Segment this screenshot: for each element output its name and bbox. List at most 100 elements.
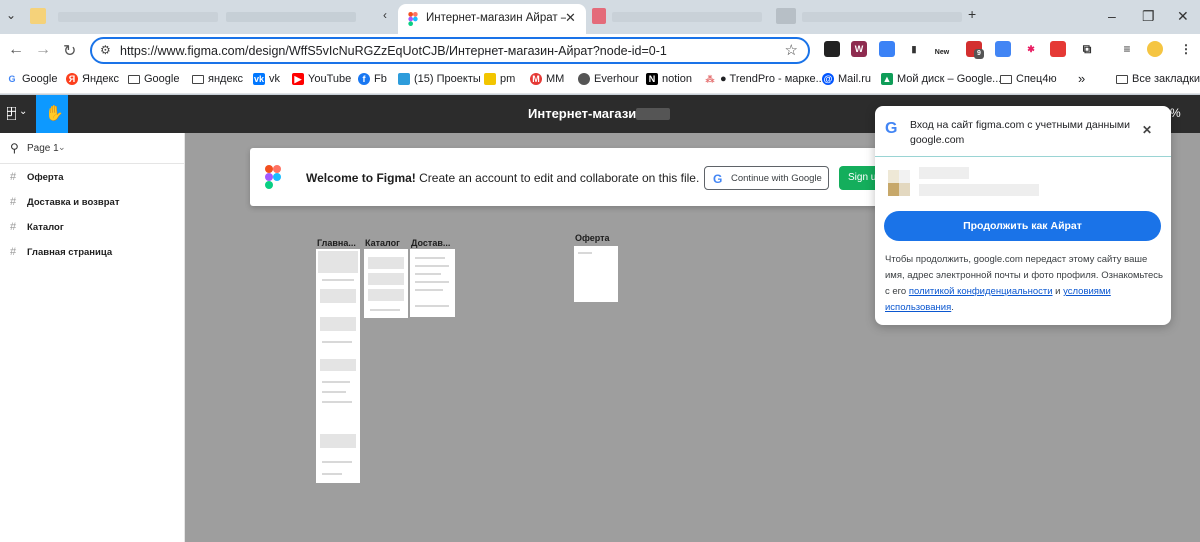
file-title[interactable]: Интернет-магазин <box>528 106 644 121</box>
bookmark-everhour[interactable]: Everhour <box>578 73 639 85</box>
bookmark-vk[interactable]: vk vk <box>253 73 280 85</box>
layer-name: Каталог <box>27 222 64 233</box>
restore-icon[interactable]: ❐ <box>1142 8 1155 25</box>
new-tab-icon[interactable]: + <box>968 6 976 22</box>
bookmark-label: ● TrendPro - марке... <box>720 73 825 85</box>
frame-delivery[interactable] <box>410 249 455 317</box>
frame-icon: # <box>10 221 17 233</box>
bookmark-youtube[interactable]: ▶ YouTube <box>292 73 351 85</box>
extension-w-icon[interactable]: W <box>851 41 867 57</box>
browser-menu-icon[interactable]: ⋮ <box>1178 41 1194 57</box>
continue-as-button[interactable]: Продолжить как Айрат <box>884 211 1161 241</box>
thumbnail-line <box>322 279 354 281</box>
frame-home[interactable] <box>316 249 360 483</box>
close-tab-icon[interactable]: ✕ <box>565 10 576 26</box>
google-icon: G <box>6 73 18 85</box>
frame-catalog[interactable] <box>364 249 408 318</box>
layer-item-home[interactable]: # Главная страница <box>0 243 184 263</box>
close-icon[interactable]: ✕ <box>1142 123 1152 137</box>
blurred-tab[interactable] <box>592 8 606 24</box>
privacy-policy-link[interactable]: политикой конфиденциальности <box>909 286 1053 297</box>
url-text[interactable]: https://www.figma.com/design/WffS5vIcNuR… <box>120 44 667 58</box>
zoom-level[interactable]: % <box>1170 106 1181 120</box>
thumbnail-block <box>318 251 358 273</box>
bookmark-trendpro[interactable]: ⁂ ● TrendPro - марке... <box>704 73 825 85</box>
frame-label-home[interactable]: Главна... <box>317 238 356 248</box>
thumbnail-line <box>322 381 350 383</box>
welcome-description: Create an account to edit and collaborat… <box>415 171 700 185</box>
facebook-icon: f <box>358 73 370 85</box>
reading-list-icon[interactable]: ≡ <box>1119 41 1135 57</box>
active-tab[interactable]: Интернет-магазин Айрат – Fig ✕ <box>398 4 586 34</box>
extension-square-icon[interactable] <box>824 41 840 57</box>
welcome-banner: Welcome to Figma! Create an account to e… <box>250 148 900 206</box>
back-arrow-icon[interactable]: ← <box>8 41 24 59</box>
frame-label-oferta[interactable]: Оферта <box>575 233 610 243</box>
blurred-tab[interactable] <box>30 8 46 24</box>
profile-avatar-icon[interactable] <box>1147 41 1163 57</box>
bookmark-folder-yandex[interactable]: яндекс <box>192 73 243 85</box>
bookmark-notion[interactable]: Nnotion <box>646 73 692 85</box>
bookmark-google[interactable]: G Google <box>6 73 57 85</box>
thumbnail-line <box>322 401 352 403</box>
frame-label-delivery[interactable]: Достав... <box>411 238 450 248</box>
hand-tool-button[interactable]: ✋ <box>36 95 68 133</box>
layer-item-oferta[interactable]: # Оферта <box>0 168 184 188</box>
thumbnail-line <box>370 309 400 311</box>
thumbnail-line <box>322 461 352 463</box>
bookmark-folder-google[interactable]: Google <box>128 73 179 85</box>
bookmark-fb[interactable]: f Fb <box>358 73 387 85</box>
bookmark-mm[interactable]: M ММ <box>530 73 564 85</box>
close-window-icon[interactable]: ✕ <box>1177 8 1189 25</box>
thumbnail-line <box>415 289 443 291</box>
layer-item-delivery[interactable]: # Доставка и возврат <box>0 193 184 213</box>
extension-chart-icon[interactable]: ▮ <box>906 41 922 57</box>
tab-scroll-left-icon[interactable]: ‹ <box>383 8 387 22</box>
blurred-tab[interactable] <box>776 8 796 24</box>
bookmark-mailru[interactable]: @ Mail.ru <box>822 73 871 85</box>
vk-icon: vk <box>253 73 265 85</box>
extension-pinwheel-icon[interactable]: ✱ <box>1023 41 1039 57</box>
blurred-tab[interactable] <box>612 12 762 22</box>
reload-icon[interactable]: ↻ <box>63 41 76 61</box>
extension-new-icon[interactable]: New <box>934 48 950 58</box>
site-info-icon[interactable]: ⚙ <box>100 43 111 57</box>
bookmark-pm[interactable]: pm <box>484 73 515 85</box>
thumbnail-block <box>320 317 356 331</box>
minimize-icon[interactable]: – <box>1108 8 1116 24</box>
extensions-puzzle-icon[interactable]: ⧉ <box>1079 41 1095 57</box>
avatar-blur-block <box>899 183 910 196</box>
bookmark-projects[interactable]: (15) Проекты <box>398 73 481 85</box>
extension-phone-icon[interactable] <box>995 41 1011 57</box>
forward-arrow-icon[interactable]: → <box>35 41 51 59</box>
blurred-tab[interactable] <box>802 12 962 22</box>
bookmark-label: vk <box>269 73 280 85</box>
bookmarks-overflow-button[interactable]: » <box>1078 71 1085 86</box>
continue-with-google-button[interactable]: G Continue with Google <box>704 166 829 190</box>
extension-translate-icon[interactable] <box>879 41 895 57</box>
blurred-tab[interactable] <box>226 12 356 22</box>
avatar-blur-block <box>888 170 899 183</box>
google-drive-icon: ▲ <box>881 73 893 85</box>
search-icon[interactable]: ⚲ <box>10 141 19 155</box>
chevron-down-icon: ⌄ <box>58 142 66 152</box>
bookmark-google-drive[interactable]: ▲ Мой диск – Google... <box>881 73 1001 85</box>
figma-main-menu[interactable]: ⌄ <box>0 95 36 133</box>
extension-red-icon[interactable] <box>1050 41 1066 57</box>
tab-search-icon[interactable]: ⌄ <box>6 8 16 22</box>
hand-icon: ✋ <box>45 105 64 122</box>
bookmark-yandex[interactable]: Я Яндекс <box>66 73 119 85</box>
figma-logo-icon <box>7 107 16 120</box>
frame-label-catalog[interactable]: Каталог <box>365 238 400 248</box>
frame-oferta[interactable] <box>574 246 618 302</box>
bookmark-star-icon[interactable]: ☆ <box>785 41 798 59</box>
thumbnail-block <box>368 289 404 301</box>
all-bookmarks-button[interactable]: Все закладки <box>1116 73 1200 85</box>
layer-item-catalog[interactable]: # Каталог <box>0 218 184 238</box>
bookmark-folder-spec[interactable]: Спец4ю <box>1000 73 1057 85</box>
thumbnail-block <box>320 359 356 371</box>
blurred-tab[interactable] <box>58 12 218 22</box>
address-bar[interactable]: ⚙ https://www.figma.com/design/WffS5vIcN… <box>90 37 810 64</box>
google-icon: G <box>885 120 898 137</box>
page-selector[interactable]: ⚲ Page 1 ⌄ <box>0 133 184 164</box>
